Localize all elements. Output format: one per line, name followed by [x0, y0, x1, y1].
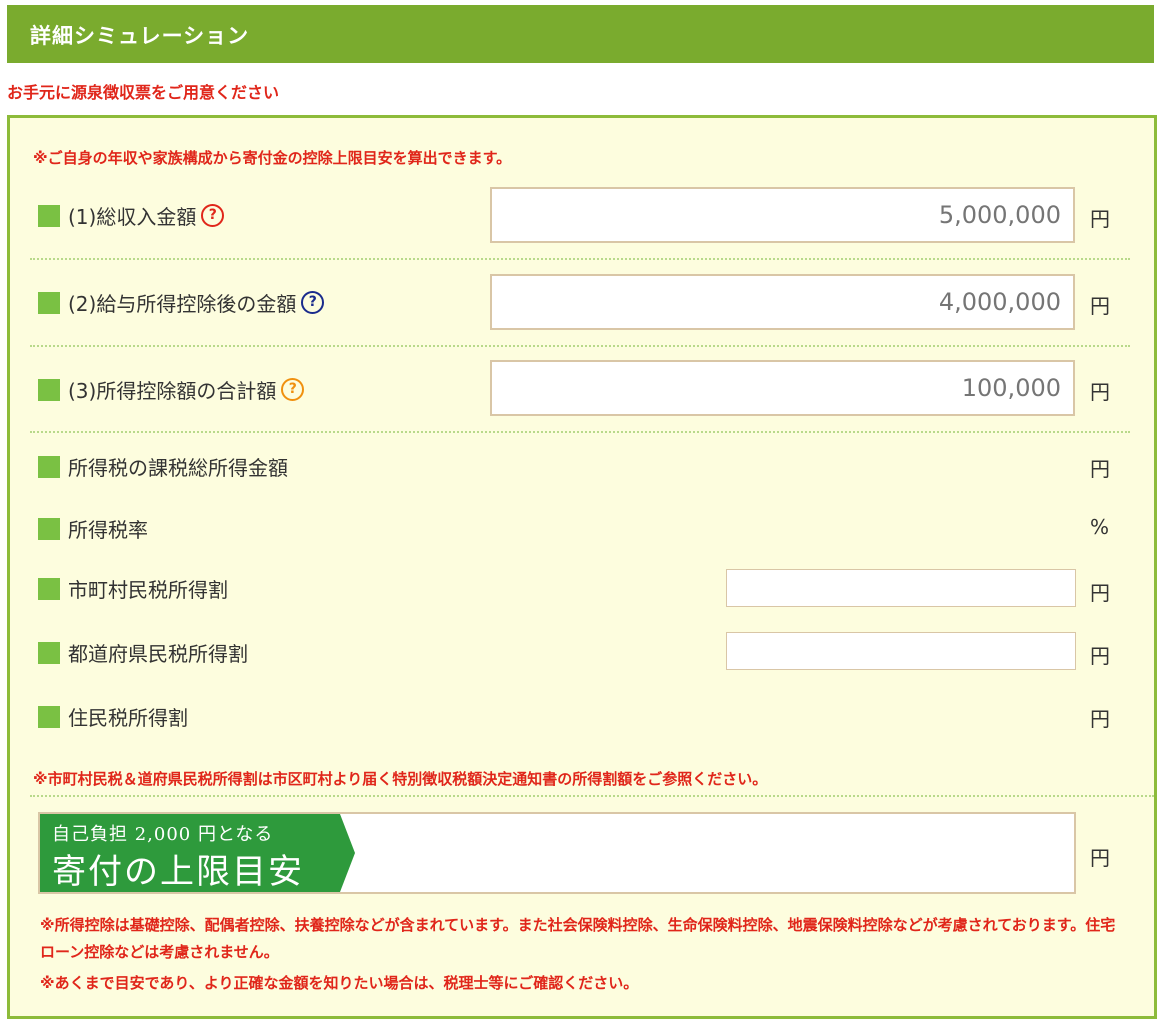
donation-limit-subtitle: 自己負担 2,000 円となる — [52, 824, 274, 845]
income-tax-rate-label: 所得税率 — [38, 514, 148, 543]
page-title: 詳細シミュレーション — [30, 24, 250, 48]
bullet-square-icon — [38, 577, 60, 600]
page-header: 詳細シミュレーション — [7, 5, 1154, 63]
unit-yen: 円 — [1090, 457, 1110, 481]
resident-tax-text: 住民税所得割 — [68, 706, 188, 730]
help-circle-icon[interactable]: ? — [201, 204, 225, 227]
unit-percent: % — [1090, 515, 1110, 539]
deduction-footnote: ※所得控除は基礎控除、配偶者控除、扶養控除などが含まれています。また社会保険料控… — [40, 916, 1116, 961]
unit-yen: 円 — [1090, 707, 1110, 731]
help-circle-icon[interactable]: ? — [301, 291, 325, 314]
donation-limit-badge: 自己負担 2,000 円となる 寄付の上限目安 — [40, 814, 355, 892]
simulation-panel: ※ご自身の年収や家族構成から寄付金の控除上限目安を算出できます。 (1)総収入金… — [7, 115, 1157, 1019]
salary-after-deduction-label: (2)給与所得控除後の金額 ? — [38, 288, 325, 317]
deduction-total-input[interactable] — [490, 360, 1075, 416]
unit-yen: 円 — [1090, 380, 1110, 404]
disclaimer-footnote: ※あくまで目安であり、より正確な金額を知りたい場合は、税理士等にご確認ください。 — [40, 974, 639, 992]
bullet-square-icon — [38, 517, 60, 540]
divider — [30, 258, 1130, 260]
prefectural-tax-label: 都道府県民税所得割 — [38, 638, 248, 667]
prefectural-tax-text: 都道府県民税所得割 — [68, 642, 248, 666]
bullet-square-icon — [38, 204, 60, 227]
divider — [30, 795, 1154, 797]
resident-tax-label: 住民税所得割 — [38, 702, 188, 731]
help-circle-icon[interactable]: ? — [281, 378, 305, 401]
prefectural-tax-input[interactable] — [726, 632, 1076, 670]
unit-yen: 円 — [1090, 294, 1110, 318]
total-income-label: (1)総収入金額 ? — [38, 201, 225, 230]
unit-yen: 円 — [1090, 644, 1110, 668]
salary-after-deduction-input[interactable] — [490, 274, 1075, 330]
unit-yen: 円 — [1090, 207, 1110, 231]
bullet-square-icon — [38, 705, 60, 728]
prepare-notice: お手元に源泉徴収票をご用意ください — [7, 83, 280, 102]
municipal-tax-input[interactable] — [726, 569, 1076, 607]
donation-limit-box: 自己負担 2,000 円となる 寄付の上限目安 — [38, 812, 1076, 894]
deduction-total-label: (3)所得控除額の合計額 ? — [38, 375, 305, 404]
divider — [30, 431, 1130, 433]
donation-limit-title: 寄付の上限目安 — [52, 852, 304, 892]
income-tax-rate-text: 所得税率 — [68, 518, 148, 542]
total-income-text: (1)総収入金額 — [68, 205, 197, 229]
salary-after-deduction-text: (2)給与所得控除後の金額 — [68, 292, 297, 316]
taxable-income-label: 所得税の課税総所得金額 — [38, 452, 288, 481]
divider — [30, 345, 1130, 347]
bullet-square-icon — [38, 455, 60, 478]
intro-note: ※ご自身の年収や家族構成から寄付金の控除上限目安を算出できます。 — [33, 149, 512, 167]
bullet-square-icon — [38, 641, 60, 664]
bullet-square-icon — [38, 291, 60, 314]
unit-yen: 円 — [1090, 846, 1110, 870]
deduction-total-text: (3)所得控除額の合計額 — [68, 379, 277, 403]
unit-yen: 円 — [1090, 581, 1110, 605]
municipal-tax-text: 市町村民税所得割 — [68, 578, 228, 602]
municipal-tax-label: 市町村民税所得割 — [38, 574, 228, 603]
total-income-input[interactable] — [490, 187, 1075, 243]
taxable-income-text: 所得税の課税総所得金額 — [68, 456, 288, 480]
municipal-note: ※市町村民税＆道府県民税所得割は市区町村より届く特別徴収税額決定通知書の所得割額… — [33, 770, 768, 788]
bullet-square-icon — [38, 378, 60, 401]
